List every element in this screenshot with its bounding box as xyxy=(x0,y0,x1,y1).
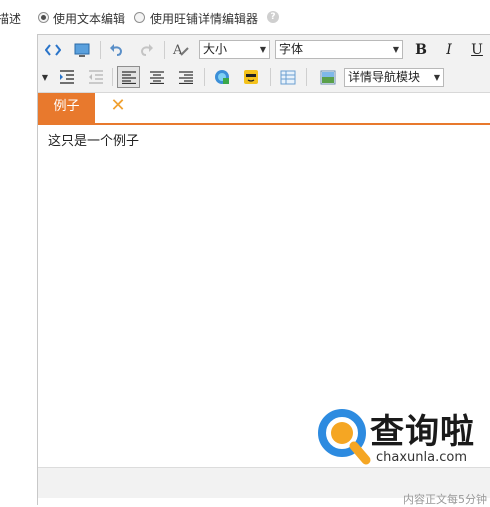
align-right-button[interactable] xyxy=(176,67,196,87)
align-left-button[interactable] xyxy=(117,66,140,88)
italic-label: I xyxy=(446,42,452,58)
emoticon-icon[interactable] xyxy=(241,67,261,87)
detail-module-select[interactable]: 详情导航模块 ▼ xyxy=(344,68,444,87)
more-dropdown-icon[interactable]: ▼ xyxy=(38,67,52,87)
bold-button[interactable]: B xyxy=(411,40,431,60)
footer-status-text: 内容正文每5分钟 xyxy=(403,493,487,506)
radio-wangpu-editor-label[interactable]: 使用旺铺详情编辑器 xyxy=(150,10,258,27)
align-center-button[interactable] xyxy=(147,67,167,87)
outdent-icon[interactable] xyxy=(86,67,106,87)
radio-text-editor-label[interactable]: 使用文本编辑 xyxy=(53,10,125,27)
font-size-value: 大小 xyxy=(203,42,228,56)
redo-icon[interactable] xyxy=(136,40,156,60)
editor-toolbar: A 大小 ▼ 字体 ▼ B I U ▼ 详情导航模块 ▼ xyxy=(38,35,490,93)
bold-label: B xyxy=(415,42,427,58)
source-code-icon[interactable] xyxy=(43,40,63,60)
font-family-value: 字体 xyxy=(279,42,304,56)
clear-format-icon[interactable]: A xyxy=(171,40,191,60)
close-icon[interactable]: ✕ xyxy=(108,96,128,116)
font-family-select[interactable]: 字体 ▼ xyxy=(275,40,403,59)
editor-mode-options: 描述 使用文本编辑 使用旺铺详情编辑器 ? xyxy=(0,0,490,34)
font-size-select[interactable]: 大小 ▼ xyxy=(199,40,270,59)
watermark-domain: chaxunla.com xyxy=(376,450,467,465)
underline-label: U xyxy=(471,42,483,58)
preview-icon[interactable] xyxy=(72,40,92,60)
toolbar-divider xyxy=(204,68,205,86)
editor-content[interactable]: 这只是一个例子 xyxy=(48,130,139,149)
radio-wangpu-editor[interactable] xyxy=(134,12,145,23)
toolbar-divider xyxy=(112,68,113,86)
toolbar-divider xyxy=(306,68,307,86)
underline-button[interactable]: U xyxy=(467,40,487,60)
insert-table-icon[interactable] xyxy=(278,67,298,87)
magnifier-logo-icon xyxy=(318,409,371,465)
tab-bar: 例子 ✕ xyxy=(38,93,490,125)
description-label: 描述 xyxy=(0,12,22,26)
chevron-down-icon: ▼ xyxy=(259,45,266,54)
detail-module-value: 详情导航模块 xyxy=(348,70,421,84)
watermark-title: 查询啦 xyxy=(370,412,475,452)
toolbar-divider xyxy=(270,68,271,86)
toolbar-divider xyxy=(164,41,165,59)
chevron-down-icon: ▼ xyxy=(392,45,399,54)
watermark-logo: 查询啦 chaxunla.com xyxy=(316,402,490,472)
toolbar-divider xyxy=(100,41,101,59)
italic-button[interactable]: I xyxy=(439,40,459,60)
svg-text:A: A xyxy=(172,43,183,58)
tab-example[interactable]: 例子 xyxy=(38,93,95,123)
insert-link-icon[interactable] xyxy=(212,67,232,87)
indent-icon[interactable] xyxy=(57,67,77,87)
help-icon[interactable]: ? xyxy=(267,11,279,23)
undo-icon[interactable] xyxy=(107,40,127,60)
radio-text-editor[interactable] xyxy=(38,12,49,23)
insert-image-icon[interactable] xyxy=(318,67,338,87)
chevron-down-icon: ▼ xyxy=(433,73,440,82)
